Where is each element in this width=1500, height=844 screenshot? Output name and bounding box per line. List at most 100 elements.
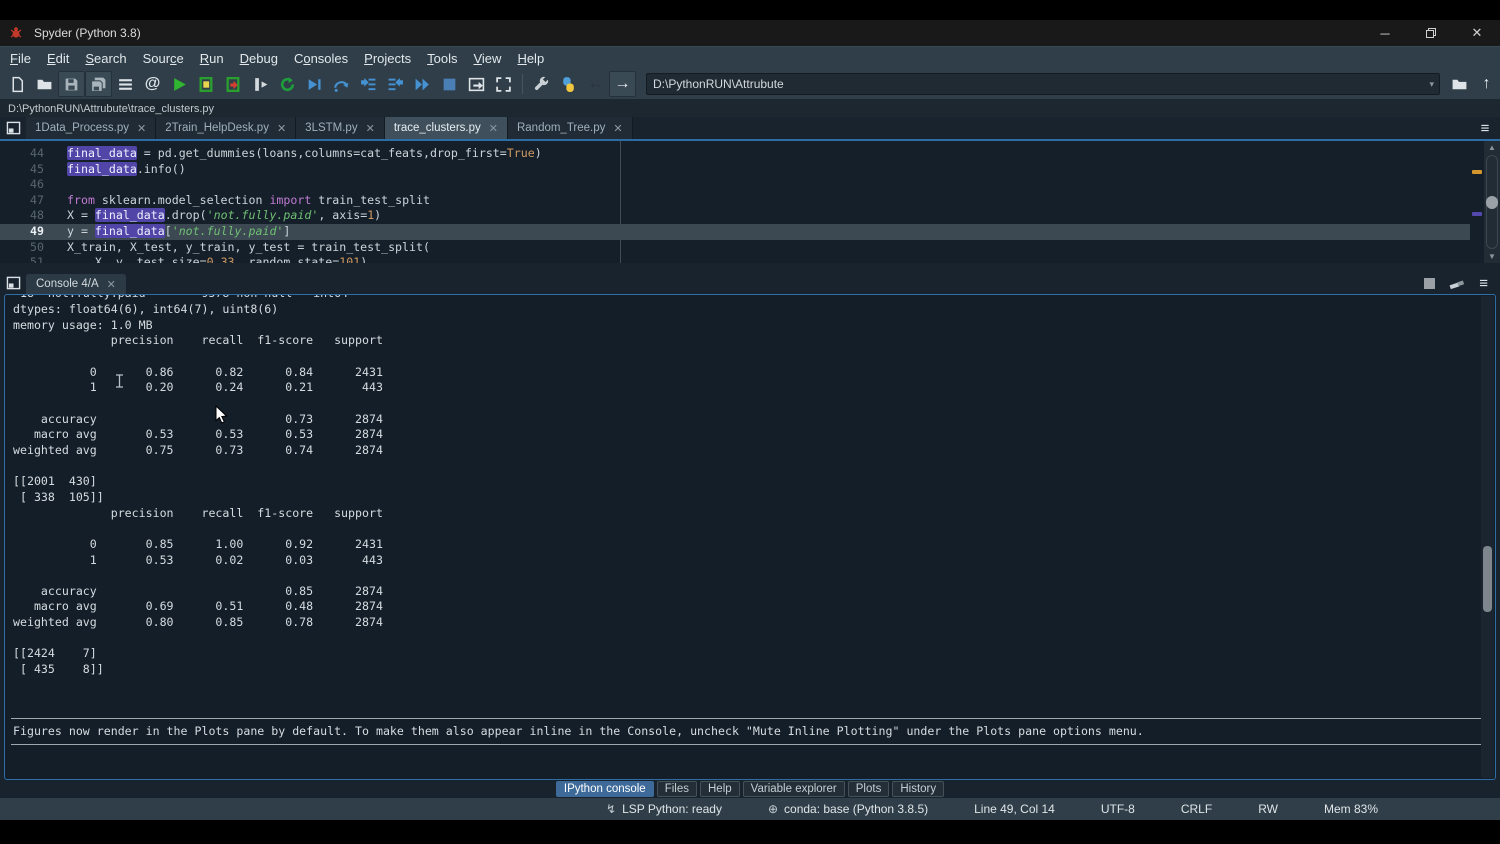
tab-label: trace_clusters.py <box>394 122 481 134</box>
menu-file[interactable]: File <box>2 51 39 66</box>
open-file-icon[interactable] <box>31 71 58 97</box>
parent-directory-button[interactable]: ↑ <box>1473 71 1500 97</box>
save-icon[interactable] <box>58 71 85 97</box>
rerun-cell-icon[interactable] <box>274 71 301 97</box>
menu-consoles[interactable]: Consoles <box>286 51 356 66</box>
code-line-49: 49y = final_data['not.fully.paid'] <box>0 224 1470 240</box>
tab-close-icon[interactable]: ✕ <box>613 122 622 135</box>
menu-search[interactable]: Search <box>77 51 134 66</box>
tab-close-icon[interactable]: ✕ <box>489 122 498 135</box>
browse-tabs-button[interactable] <box>0 117 26 139</box>
pane-tab-ipython-console[interactable]: IPython console <box>556 781 654 797</box>
editor-tab-3lstm-py[interactable]: 3LSTM.py✕ <box>296 117 385 139</box>
scroll-down-icon[interactable]: ▼ <box>1484 252 1500 261</box>
interpreter-status[interactable]: ⊕ conda: base (Python 3.8.5) <box>768 802 928 816</box>
forward-icon[interactable]: → <box>609 71 636 97</box>
conda-env-icon: ⊕ <box>768 802 778 816</box>
ipython-console[interactable]: 18 not.fully.paid 9578 non-null int64 dt… <box>4 294 1496 780</box>
pane-tab-variable-explorer[interactable]: Variable explorer <box>743 781 845 797</box>
scroll-up-icon[interactable]: ▲ <box>1484 143 1500 152</box>
menu-tools[interactable]: Tools <box>419 51 465 66</box>
code-editor[interactable]: 44final_data = pd.get_dummies(loans,colu… <box>0 141 1500 263</box>
menu-projects[interactable]: Projects <box>356 51 419 66</box>
step-return-icon[interactable] <box>382 71 409 97</box>
tab-label: 2Train_HelpDesk.py <box>165 122 269 134</box>
line-number: 48 <box>0 208 44 224</box>
editor-options-icon[interactable]: ≡ <box>1470 117 1500 139</box>
console-scrollbar[interactable] <box>1481 296 1494 778</box>
text-cursor <box>115 374 124 388</box>
editor-tab-trace_clusters-py[interactable]: trace_clusters.py ✕ <box>385 117 508 139</box>
pythonpath-icon[interactable] <box>555 71 582 97</box>
menu-run[interactable]: Run <box>192 51 232 66</box>
continue-icon[interactable] <box>409 71 436 97</box>
eol-status: CRLF <box>1181 802 1212 816</box>
conda-env-label: conda: base (Python 3.8.5) <box>784 802 928 816</box>
browse-working-directory-button[interactable] <box>1446 71 1473 97</box>
stop-debug-icon[interactable] <box>436 71 463 97</box>
console-separator <box>11 744 1489 745</box>
menu-debug[interactable]: Debug <box>232 51 286 66</box>
tab-label: 1Data_Process.py <box>35 122 129 134</box>
maximize-pane-icon[interactable] <box>463 71 490 97</box>
minimize-button[interactable]: ─ <box>1362 20 1408 46</box>
restore-button[interactable] <box>1408 20 1454 46</box>
title-bar: Spyder (Python 3.8) ─ ✕ <box>0 20 1500 46</box>
symbol-finder-icon[interactable]: @ <box>139 71 166 97</box>
interrupt-kernel-icon[interactable] <box>1424 278 1435 289</box>
line-number: 49 <box>0 224 44 240</box>
step-over-icon[interactable] <box>328 71 355 97</box>
menu-help[interactable]: Help <box>509 51 552 66</box>
editor-tab-2train_helpdesk-py[interactable]: 2Train_HelpDesk.py ✕ <box>156 117 296 139</box>
run-selection-icon[interactable] <box>247 71 274 97</box>
line-number: 45 <box>0 162 44 178</box>
menu-source[interactable]: Source <box>135 51 192 66</box>
chevron-down-icon[interactable]: ▾ <box>1429 79 1434 90</box>
debug-file-icon[interactable] <box>301 71 328 97</box>
preferences-icon[interactable] <box>528 71 555 97</box>
toolbar: @ ←→ D:\PythonRUN\Attrubute▾ ↑ <box>0 69 1500 100</box>
working-directory-combobox[interactable]: D:\PythonRUN\Attrubute▾ <box>646 73 1440 95</box>
memory-status: Mem 83% <box>1324 802 1378 816</box>
console-output: dtypes: float64(6), int64(7), uint8(6) m… <box>13 302 1495 678</box>
scroll-flag-area <box>1471 141 1483 263</box>
pane-tab-plots[interactable]: Plots <box>848 781 890 797</box>
new-file-icon[interactable] <box>4 71 31 97</box>
code-line-50: 50X_train, X_test, y_train, y_test = tra… <box>0 240 1470 256</box>
editor-tab-random_tree-py[interactable]: Random_Tree.py✕ <box>508 117 633 139</box>
editor-scroll-thumb[interactable] <box>1486 196 1498 209</box>
run-file-icon[interactable] <box>166 71 193 97</box>
pane-splitter[interactable] <box>0 263 1500 272</box>
permissions-status: RW <box>1258 802 1278 816</box>
console-options-icon[interactable]: ≡ <box>1479 275 1488 292</box>
pane-tab-help[interactable]: Help <box>700 781 740 797</box>
run-cell-icon[interactable] <box>193 71 220 97</box>
tab-close-icon[interactable]: ✕ <box>277 122 286 135</box>
console-tab[interactable]: Console 4/A ✕ <box>26 274 126 294</box>
back-icon[interactable]: ← <box>582 71 609 97</box>
step-into-icon[interactable] <box>355 71 382 97</box>
save-all-icon[interactable] <box>85 71 112 97</box>
restore-icon <box>1425 27 1437 39</box>
pane-tab-files[interactable]: Files <box>657 781 697 797</box>
window-title: Spyder (Python 3.8) <box>34 26 141 40</box>
browse-tabs-icon <box>6 121 21 135</box>
code-line-51: 51 X, y, test_size=0.33, random_state=10… <box>0 255 1470 263</box>
fullscreen-icon[interactable] <box>490 71 517 97</box>
remove-variables-icon[interactable] <box>1449 277 1465 290</box>
line-number: 51 <box>0 255 44 263</box>
close-button[interactable]: ✕ <box>1454 20 1500 46</box>
editor-scrollbar[interactable]: ▲ ▼ <box>1484 141 1500 263</box>
tab-close-icon[interactable]: ✕ <box>366 122 375 135</box>
pane-tab-history[interactable]: History <box>892 781 944 797</box>
console-partial-line: 18 not.fully.paid 9578 non-null int64 <box>5 295 1495 302</box>
menu-view[interactable]: View <box>465 51 509 66</box>
run-cell-advance-icon[interactable] <box>220 71 247 97</box>
browse-consoles-button[interactable] <box>0 272 26 294</box>
menu-edit[interactable]: Edit <box>39 51 77 66</box>
console-scroll-thumb[interactable] <box>1483 546 1492 612</box>
editor-tab-1data_process-py[interactable]: 1Data_Process.py ✕ <box>26 117 156 139</box>
console-tab-close-icon[interactable]: ✕ <box>107 278 116 291</box>
file-switcher-icon[interactable] <box>112 71 139 97</box>
tab-close-icon[interactable]: ✕ <box>137 122 146 135</box>
